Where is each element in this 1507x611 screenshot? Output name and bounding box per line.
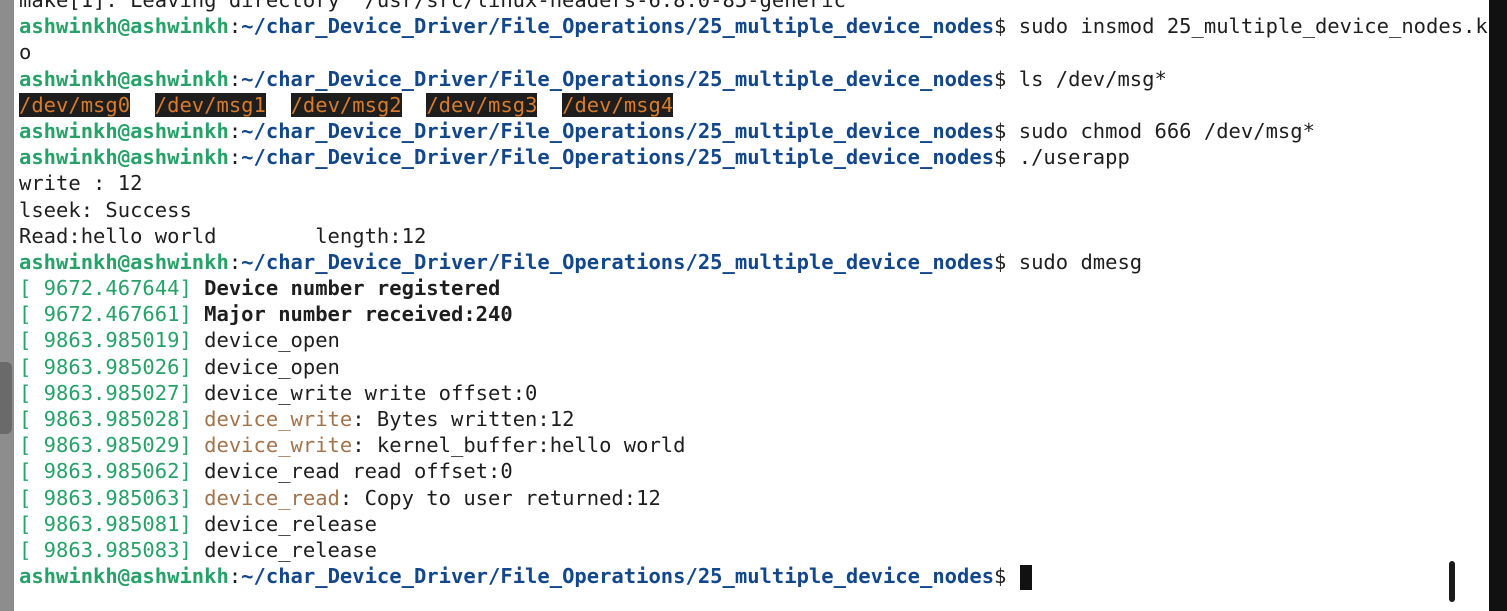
dmesg-line: [ 9863.985028] device_write: Bytes writt… xyxy=(19,406,1484,432)
output-text: make[1]: Leaving directory '/usr/src/lin… xyxy=(19,0,859,12)
dmesg-message: : Bytes written:12 xyxy=(352,407,575,431)
dmesg-message: device_open xyxy=(204,354,340,379)
dmesg-timestamp: [ 9863.985019] xyxy=(19,328,192,353)
desktop-right-edge xyxy=(1489,0,1507,611)
dmesg-function-prefix: device_write xyxy=(204,433,353,458)
prompt-user-host: ashwinkh@ashwinkh xyxy=(19,564,229,589)
prompt-colon: : xyxy=(228,14,242,39)
prompt-user-host: ashwinkh@ashwinkh xyxy=(19,66,229,91)
dmesg-message: device_release xyxy=(204,537,377,562)
device-listing-line: /dev/msg0 /dev/msg1 /dev/msg2 /dev/msg3 … xyxy=(19,92,1484,118)
dmesg-line: [ 9863.985019] device_open xyxy=(19,327,1484,353)
dmesg-timestamp: [ 9863.985029] xyxy=(19,433,192,458)
prompt-line: ashwinkh@ashwinkh:~/char_Device_Driver/F… xyxy=(19,66,1484,92)
dmesg-line: [ 9863.985026] device_open xyxy=(19,354,1484,380)
dmesg-line: [ 9863.985027] device_write write offset… xyxy=(19,380,1484,406)
prompt-line: ashwinkh@ashwinkh:~/char_Device_Driver/F… xyxy=(19,144,1484,170)
dmesg-message: Major number received:240 xyxy=(204,302,513,327)
dock-handle xyxy=(0,362,12,434)
output-line: write : 12 xyxy=(19,170,1484,196)
dmesg-timestamp: [ 9863.985083] xyxy=(19,537,192,562)
dmesg-message: device_read read offset:0 xyxy=(204,459,513,484)
output-text: o xyxy=(19,40,32,65)
prompt-sign: $ xyxy=(994,14,1007,39)
prompt-colon: : xyxy=(228,145,242,170)
prompt-user-host: ashwinkh@ashwinkh xyxy=(19,14,229,39)
dmesg-line: [ 9672.467644] Device number registered xyxy=(19,275,1484,301)
prompt-path: ~/char_Device_Driver/File_Operations/25_… xyxy=(241,564,995,589)
device-node-entry: /dev/msg1 xyxy=(154,92,266,117)
output-text: lseek: Success xyxy=(19,197,192,222)
prompt-path: ~/char_Device_Driver/File_Operations/25_… xyxy=(241,249,995,274)
dmesg-timestamp: [ 9863.985027] xyxy=(19,380,192,405)
dmesg-message: device_open xyxy=(204,328,340,353)
dmesg-timestamp: [ 9863.985028] xyxy=(19,407,192,431)
prompt-sign: $ xyxy=(994,564,1007,589)
dmesg-message: : Copy to user returned:12 xyxy=(339,485,661,510)
dmesg-line: [ 9863.985083] device_release xyxy=(19,537,1484,563)
desktop-left-edge xyxy=(0,0,14,611)
command-text xyxy=(1006,564,1018,588)
output-line: make[1]: Leaving directory '/usr/src/lin… xyxy=(19,0,1484,13)
dmesg-line: [ 9863.985063] device_read: Copy to user… xyxy=(19,485,1484,511)
prompt-line: ashwinkh@ashwinkh:~/char_Device_Driver/F… xyxy=(19,563,1484,590)
device-node-entry: /dev/msg2 xyxy=(290,92,402,117)
dmesg-line: [ 9672.467661] Major number received:240 xyxy=(19,301,1484,327)
prompt-path: ~/char_Device_Driver/File_Operations/25_… xyxy=(241,66,995,91)
prompt-colon: : xyxy=(228,66,242,91)
dmesg-line: [ 9863.985029] device_write: kernel_buff… xyxy=(19,432,1484,458)
prompt-sign: $ xyxy=(994,66,1007,91)
terminal-scrollbar-thumb[interactable] xyxy=(1449,561,1455,602)
dmesg-message: Device number registered xyxy=(204,276,501,301)
dmesg-timestamp: [ 9863.985062] xyxy=(19,459,192,484)
device-node-entry: /dev/msg3 xyxy=(426,92,538,117)
dmesg-timestamp: [ 9863.985081] xyxy=(19,511,192,536)
prompt-user-host: ashwinkh@ashwinkh xyxy=(19,145,229,170)
output-line: lseek: Success xyxy=(19,197,1484,223)
prompt-colon: : xyxy=(228,249,242,274)
prompt-sign: $ xyxy=(994,118,1007,143)
dmesg-function-prefix: device_read xyxy=(204,485,340,510)
device-node-entry: /dev/msg0 xyxy=(19,92,131,117)
output-line: o xyxy=(19,39,1484,65)
output-text: Read:hello world length:12 xyxy=(19,223,427,248)
output-text: write : 12 xyxy=(19,171,143,196)
dmesg-line: [ 9863.985081] device_release xyxy=(19,511,1484,537)
command-text: ./userapp xyxy=(1006,145,1130,170)
output-line: Read:hello world length:12 xyxy=(19,223,1484,249)
dmesg-timestamp: [ 9672.467644] xyxy=(19,276,192,301)
command-text: sudo dmesg xyxy=(1006,249,1143,274)
dmesg-line: [ 9863.985062] device_read read offset:0 xyxy=(19,458,1484,484)
dmesg-timestamp: [ 9863.985063] xyxy=(19,485,192,510)
dmesg-timestamp: [ 9672.467661] xyxy=(19,302,192,327)
device-node-entry: /dev/msg4 xyxy=(562,92,674,117)
prompt-user-host: ashwinkh@ashwinkh xyxy=(19,118,229,143)
prompt-path: ~/char_Device_Driver/File_Operations/25_… xyxy=(241,118,995,143)
prompt-line: ashwinkh@ashwinkh:~/char_Device_Driver/F… xyxy=(19,249,1484,275)
dmesg-message: : kernel_buffer:hello world xyxy=(352,433,686,458)
prompt-line: ashwinkh@ashwinkh:~/char_Device_Driver/F… xyxy=(19,118,1484,144)
dmesg-timestamp: [ 9863.985026] xyxy=(19,354,192,379)
prompt-path: ~/char_Device_Driver/File_Operations/25_… xyxy=(241,14,995,39)
dmesg-message: device_release xyxy=(204,511,377,536)
prompt-line: ashwinkh@ashwinkh:~/char_Device_Driver/F… xyxy=(19,13,1488,39)
command-text: ls /dev/msg* xyxy=(1006,66,1167,91)
prompt-path: ~/char_Device_Driver/File_Operations/25_… xyxy=(241,145,995,170)
dmesg-function-prefix: device_write xyxy=(204,407,353,431)
prompt-colon: : xyxy=(228,564,242,589)
prompt-sign: $ xyxy=(994,145,1007,170)
prompt-colon: : xyxy=(228,118,242,143)
prompt-sign: $ xyxy=(994,249,1007,274)
terminal-output[interactable]: make[1]: Leaving directory '/usr/src/lin… xyxy=(19,0,1488,590)
terminal-cursor xyxy=(1019,564,1032,590)
command-text: sudo insmod 25_multiple_device_nodes.k xyxy=(1006,14,1488,39)
command-text: sudo chmod 666 /dev/msg* xyxy=(1006,118,1315,143)
dmesg-message: device_write write offset:0 xyxy=(204,380,538,405)
prompt-user-host: ashwinkh@ashwinkh xyxy=(19,249,229,274)
